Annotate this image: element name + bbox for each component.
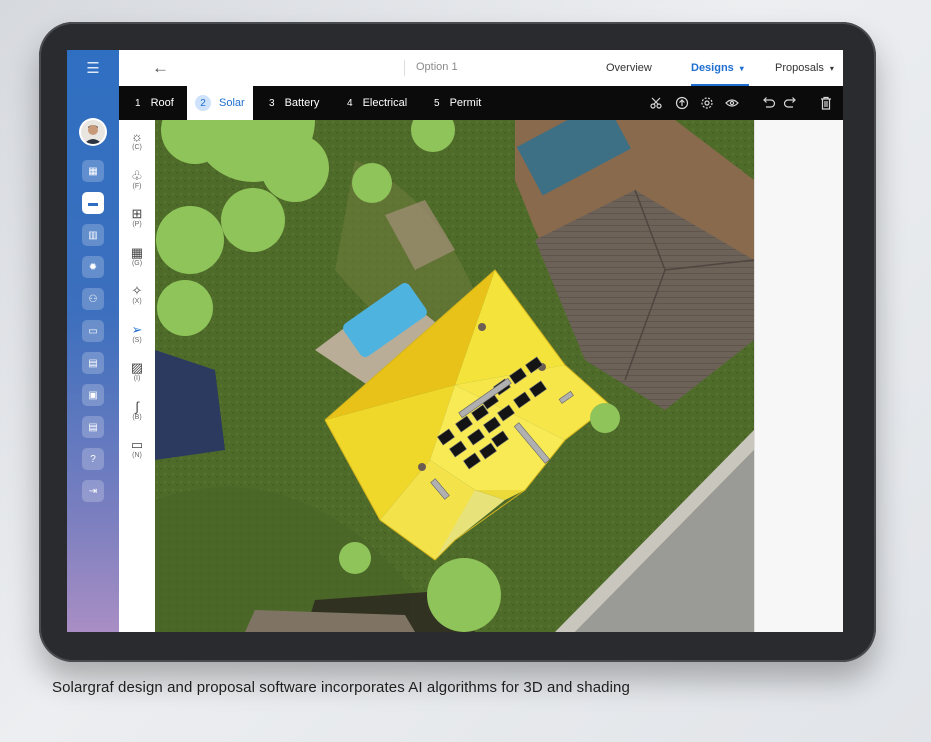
team-icon[interactable]: ⚇ — [82, 288, 104, 310]
main-sidebar: ☰ ▦ ▬ ▥ ✹ ⚇ ▭ ▤ ▣ ▤? ⇥ — [67, 50, 119, 632]
undo-icon[interactable] — [763, 97, 776, 108]
step-number: 1 — [135, 97, 141, 109]
divider — [404, 60, 405, 76]
briefcase-icon[interactable]: ▣ — [82, 384, 104, 406]
tool-select-cursor[interactable]: ➢ (S) — [119, 321, 155, 345]
step-number: 4 — [347, 97, 353, 109]
step-label: Battery — [284, 97, 320, 109]
magic-wand-icon: ✧ — [131, 283, 143, 298]
document-icon[interactable]: ▤ — [82, 352, 104, 374]
image-icon: ▨ — [130, 360, 144, 375]
path-icon: ∫ — [135, 398, 139, 414]
workflow-steps: 1 Roof 2 Solar 3 Battery 4 Electrical 5 … — [119, 86, 843, 120]
settings-icon[interactable] — [701, 97, 713, 109]
tab-designs-label: Designs — [691, 62, 734, 74]
properties-panel — [754, 120, 843, 632]
redo-icon[interactable] — [783, 97, 796, 108]
design-toolbar — [650, 96, 831, 110]
shortcut-key: (X) — [132, 298, 142, 305]
sun-icon: ☼ — [131, 129, 143, 144]
shortcut-key: (B) — [132, 413, 142, 421]
satellite-map-canvas[interactable] — [155, 120, 754, 632]
logout-icon[interactable]: ⇥ — [82, 480, 104, 502]
tool-panel-array[interactable]: ⊞ (P) — [119, 207, 155, 229]
shortcut-key: (F) — [132, 182, 142, 190]
shortcut-key: (P) — [132, 221, 142, 228]
projects-icon[interactable]: ▬ — [82, 192, 104, 214]
tool-sun[interactable]: ☼ (C) — [119, 130, 155, 152]
shortcut-key: (I) — [133, 375, 141, 382]
chevron-down-icon: ▾ — [739, 64, 744, 73]
step-battery[interactable]: 3 Battery — [269, 86, 319, 120]
shortcut-key: (C) — [132, 144, 142, 151]
step-solar[interactable]: 2 Solar — [187, 86, 253, 120]
caption-text: Solargraf design and proposal software i… — [52, 679, 630, 696]
hamburger-menu-icon[interactable]: ☰ — [83, 61, 103, 77]
step-permit[interactable]: 5 Permit — [434, 86, 481, 120]
settings-icon[interactable]: ✹ — [82, 256, 104, 278]
tool-tree[interactable]: ♧ (F) — [119, 167, 155, 191]
trash-icon[interactable] — [821, 96, 831, 110]
tab-overview-label: Overview — [606, 62, 652, 74]
tab-proposals[interactable]: Proposals ▾ — [775, 62, 834, 86]
tree-icon: ♧ — [131, 167, 143, 183]
step-label: Roof — [150, 97, 174, 109]
step-roof[interactable]: 1 Roof — [135, 86, 174, 120]
step-label: Electrical — [362, 97, 408, 109]
tool-rail: ☼ (C) ♧ (F) ⊞ (P) ▦ (G) ✧ (X) ➢ (S) ▨ (I) ∫ (B) ▭ (N) — [119, 120, 156, 632]
step-number: 3 — [269, 97, 275, 109]
analytics-icon[interactable]: ▥ — [82, 224, 104, 246]
eye-icon[interactable] — [725, 99, 739, 107]
file-icon[interactable]: ▤ — [82, 416, 104, 438]
step-electrical[interactable]: 4 Electrical — [347, 86, 407, 120]
roof-design-view[interactable] — [155, 120, 754, 632]
step-number: 5 — [434, 97, 440, 109]
dashboard-icon[interactable]: ▦ — [82, 160, 104, 182]
app-screen: ☰ ▦ ▬ ▥ ✹ ⚇ ▭ ▤ ▣ ▤? ⇥ ← Option 1 Overview Design… — [67, 50, 843, 632]
ruler-icon: ▭ — [130, 437, 144, 452]
solar-panel-icon: ▦ — [130, 244, 144, 260]
tool-magic-wand[interactable]: ✧ (X) — [119, 284, 155, 306]
option-name[interactable]: Option 1 — [416, 61, 458, 73]
shortcut-key: (S) — [132, 336, 142, 344]
tool-ruler[interactable]: ▭ (N) — [119, 438, 155, 460]
select-cursor-icon: ➢ — [131, 321, 143, 337]
tab-overview[interactable]: Overview — [606, 62, 652, 86]
tab-designs[interactable]: Designs ▾ — [691, 62, 749, 86]
panel-array-icon: ⊞ — [131, 206, 143, 221]
shortcut-key: (G) — [131, 259, 143, 267]
chevron-down-icon: ▾ — [829, 64, 834, 73]
tool-path[interactable]: ∫ (B) — [119, 398, 155, 422]
avatar[interactable] — [81, 120, 105, 144]
tool-image[interactable]: ▨ (I) — [119, 361, 155, 383]
tool-solar-panel[interactable]: ▦ (G) — [119, 244, 155, 268]
upload-icon[interactable] — [675, 96, 689, 110]
step-number: 2 — [195, 95, 211, 111]
help-icon[interactable]: ? — [82, 448, 104, 470]
step-label: Solar — [219, 97, 245, 109]
top-navigation: ← Option 1 Overview Designs ▾ Proposals ▾ — [119, 50, 843, 87]
display-icon[interactable]: ▭ — [82, 320, 104, 342]
scissors-icon[interactable] — [650, 97, 662, 109]
shortcut-key: (N) — [132, 452, 142, 459]
back-arrow-icon[interactable]: ← — [152, 58, 169, 78]
step-label: Permit — [449, 97, 482, 109]
tab-proposals-label: Proposals — [775, 62, 824, 74]
